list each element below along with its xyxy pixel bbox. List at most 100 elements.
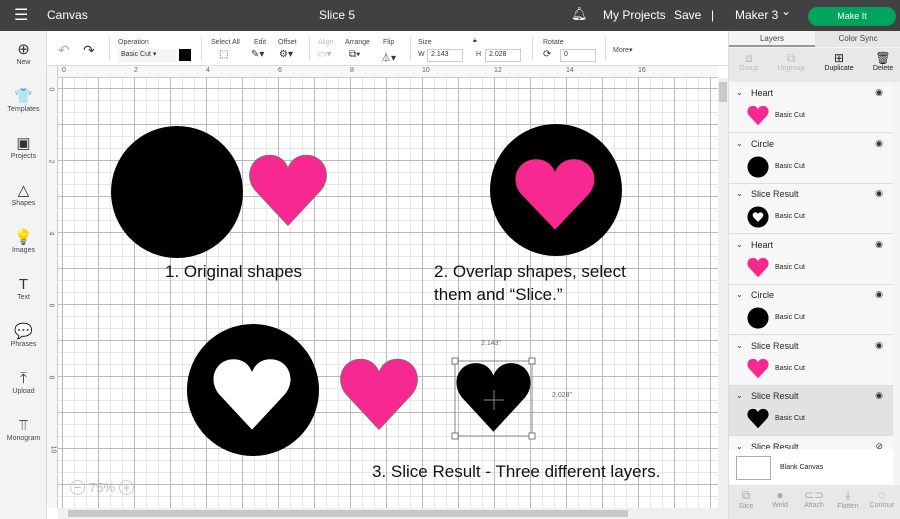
blank-canvas-swatch[interactable] <box>736 456 771 480</box>
delete-button[interactable]: 🗑︎ Delete <box>865 51 900 72</box>
slice-result-pink-heart[interactable] <box>340 358 418 431</box>
chevron-down-icon[interactable]: ⌄ <box>736 139 743 148</box>
make-it-button[interactable]: Make It <box>808 7 896 26</box>
undo-icon[interactable]: ↶ <box>58 42 70 59</box>
sidebar-item-images[interactable]: 💡 Images <box>0 229 47 254</box>
sidebar-item-shapes[interactable]: △ Shapes <box>0 182 47 207</box>
monogram-icon: ⫪ <box>19 417 28 434</box>
group-button[interactable]: ⧈ Group <box>731 51 767 72</box>
redo-icon[interactable]: ↷ <box>83 42 95 59</box>
chevron-down-icon[interactable]: ⌄ <box>736 88 743 97</box>
slice-button[interactable]: ⧉ Slice <box>729 488 763 510</box>
save-button[interactable]: Save <box>674 8 701 22</box>
flip-icon[interactable]: ⏃▾ <box>381 49 396 64</box>
sidebar-item-templates[interactable]: 👕 Templates <box>0 88 47 113</box>
sidebar-item-label: Upload <box>12 388 35 395</box>
tab-color-sync[interactable]: Color Sync <box>815 31 900 47</box>
chevron-down-icon[interactable]: ⌄ <box>736 240 743 249</box>
chevron-down-icon[interactable]: ⌄ <box>736 341 743 350</box>
operation-select[interactable]: Basic Cut ▾ <box>118 49 176 62</box>
duplicate-button[interactable]: ⊞ Duplicate <box>821 51 857 72</box>
eye-icon[interactable]: ◉ <box>875 188 883 199</box>
arrange-button[interactable]: Arrange <box>345 39 370 46</box>
width-input[interactable]: 2.143 <box>427 49 463 62</box>
eye-icon[interactable]: ◉ <box>875 239 883 250</box>
contour-button[interactable]: ◌ Contour <box>865 488 899 509</box>
flatten-button[interactable]: ⤓ Flatten <box>831 488 865 510</box>
vertical-scrollbar[interactable] <box>718 78 728 508</box>
sidebar-item-new[interactable]: ⊕ New <box>0 41 47 66</box>
zoom-out-button[interactable]: − <box>70 480 85 495</box>
arrange-icon[interactable]: ⧉▾ <box>349 49 360 60</box>
width-label: W <box>418 51 425 58</box>
chevron-down-icon[interactable]: ⌄ <box>736 290 743 299</box>
attach-button[interactable]: ⊂⊃ Attach <box>797 488 831 509</box>
height-label: H <box>476 51 482 58</box>
flatten-label: Flatten <box>837 503 859 510</box>
layer-row[interactable]: ⌄ Circle ◉ Basic Cut <box>729 285 893 335</box>
layer-row[interactable]: ⌄ Heart ◉ Basic Cut <box>729 83 893 133</box>
layer-name: Slice Result <box>751 189 799 199</box>
select-all-icon[interactable]: ⬚ <box>219 49 228 60</box>
selection-width-label: 2.143" <box>481 340 502 347</box>
sidebar-item-label: Templates <box>7 106 40 113</box>
sidebar-item-phrases[interactable]: 💬 Phrases <box>0 323 47 348</box>
ruler-left-label: 10 <box>49 445 57 454</box>
color-swatch[interactable] <box>179 49 191 61</box>
layer-row[interactable]: ⌄ Slice Result ◉ Basic Cut <box>729 335 893 386</box>
select-all-button[interactable]: Select All <box>211 39 240 46</box>
zoom-in-button[interactable]: + <box>119 480 135 495</box>
black-circle-shape[interactable] <box>111 126 243 258</box>
more-button[interactable]: More▾ <box>613 46 632 54</box>
pink-heart-shape[interactable] <box>249 154 327 227</box>
sidebar-item-label: Images <box>12 247 35 254</box>
eye-icon[interactable]: ◉ <box>875 340 883 351</box>
eye-icon[interactable]: ◉ <box>875 87 883 98</box>
ruler-left-label: 6 <box>47 303 55 308</box>
projects-icon: ▣ <box>16 135 31 152</box>
machine-select[interactable]: Maker 3 <box>735 8 778 22</box>
offset-button[interactable]: Offset <box>278 39 297 46</box>
section-title: Canvas <box>47 8 88 22</box>
chevron-down-icon[interactable]: ⌄ <box>736 189 743 198</box>
align-button[interactable]: Align <box>318 39 334 46</box>
ungroup-button[interactable]: ⧉ Ungroup <box>773 51 809 72</box>
layer-row[interactable]: ⌄ Slice Result ◉ Basic Cut <box>729 386 893 436</box>
tab-layers[interactable]: Layers <box>729 31 815 47</box>
hamburger-icon[interactable]: ☰ <box>14 5 28 25</box>
rotate-icon[interactable]: ⟳ <box>543 49 551 60</box>
layer-row[interactable]: ⌄ Circle ◉ Basic Cut <box>729 133 893 184</box>
layer-row[interactable]: ⌄ Slice Result ◉ Basic Cut <box>729 184 893 234</box>
ruler-top-label: 2 <box>134 67 138 74</box>
chevron-down-icon[interactable]: ⌄ <box>736 391 743 400</box>
align-icon[interactable]: ▭▾ <box>317 49 331 60</box>
rotate-input[interactable]: 0 <box>560 49 596 62</box>
bell-icon[interactable]: 🔔︎ <box>571 6 588 22</box>
eye-icon[interactable]: ◉ <box>875 390 883 401</box>
eye-icon[interactable]: ◉ <box>875 138 883 149</box>
sidebar-item-projects[interactable]: ▣ Projects <box>0 135 47 160</box>
lock-icon[interactable]: 🔒︎ <box>473 37 477 45</box>
eye-icon[interactable]: ◉ <box>875 289 883 300</box>
sidebar-item-monogram[interactable]: ⫪ Monogram <box>0 417 47 442</box>
edit-button[interactable]: Edit <box>254 39 266 46</box>
pencil-icon[interactable]: ✎▾ <box>251 49 264 60</box>
sidebar-item-text[interactable]: T Text <box>0 276 47 301</box>
operation-label: Operation <box>118 39 149 46</box>
horizontal-scrollbar[interactable] <box>58 508 728 519</box>
offset-icon[interactable]: ⚙▾ <box>279 49 293 60</box>
design-canvas[interactable]: 2.143" 2.028" 1. Original shapes 2. Over… <box>58 78 718 508</box>
blank-canvas-row[interactable]: Blank Canvas <box>729 449 893 485</box>
layer-operation: Basic Cut <box>775 213 805 220</box>
weld-button[interactable]: ● Weld <box>763 488 797 509</box>
layer-name: Heart <box>751 239 774 250</box>
height-input[interactable]: 2.028 <box>485 49 521 62</box>
project-title: Slice 5 <box>319 8 356 22</box>
edit-toolbar: ↶ ↷ Operation Basic Cut ▾ Select All ⬚ E… <box>47 31 728 66</box>
my-projects-link[interactable]: My Projects <box>603 8 666 22</box>
chevron-down-icon[interactable]: ⌄ <box>781 4 791 18</box>
sidebar-item-upload[interactable]: ⤒ Upload <box>0 370 47 395</box>
plus-circle-icon: ⊕ <box>17 41 30 58</box>
flip-button[interactable]: Flip <box>383 39 394 46</box>
layer-row[interactable]: ⌄ Heart ◉ Basic Cut <box>729 234 893 285</box>
